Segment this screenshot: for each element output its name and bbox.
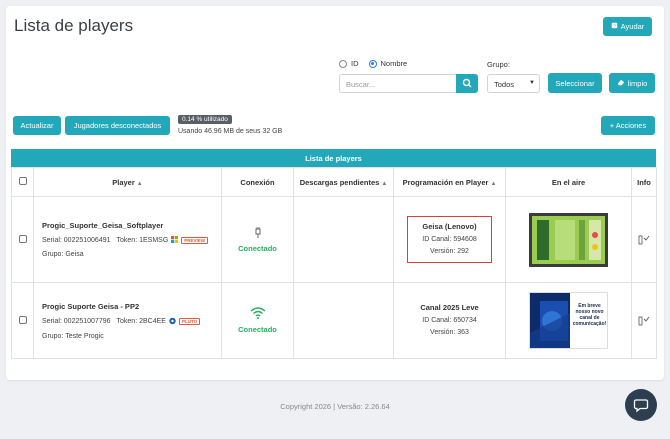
help-icon: ? <box>611 22 618 31</box>
footer-text: Copyright 2026 | Versão: 2.26.64 <box>280 402 390 411</box>
connection-status: Conectado <box>238 244 277 253</box>
ethernet-icon <box>254 226 262 240</box>
player-grupo: Grupo: Geisa <box>42 251 84 258</box>
en-el-aire-thumbnail[interactable] <box>529 212 608 267</box>
column-header-player[interactable]: Player ▲︎ <box>33 167 222 197</box>
radio-id-label: ID <box>351 59 359 68</box>
conexion-cell: Conectado <box>221 282 294 359</box>
table-header-row: Player ▲︎ Conexión Descargas pendientes ▲︎… <box>11 167 657 197</box>
wifi-icon <box>250 307 266 321</box>
player-name[interactable]: Progic_Suporte_Geisa_Softplayer <box>42 221 221 230</box>
actualizar-button[interactable]: Actualizar <box>13 116 61 135</box>
limpio-button[interactable]: limpio <box>609 73 655 93</box>
table-title: Lista de players <box>11 149 656 167</box>
programacion-canal: ID Canal: 650734 <box>422 317 477 324</box>
player-name[interactable]: Progic Suporte Geisa - PP2 <box>42 302 221 311</box>
info-cell <box>631 282 657 359</box>
column-header-descargas[interactable]: Descargas pendientes ▲︎ <box>293 167 394 197</box>
programacion-cell: Canal 2025 Leve ID Canal: 650734 Versión… <box>393 282 506 359</box>
column-header-info: Info <box>631 167 657 197</box>
en-el-aire-cell: Em breve nosso novo canal de comunicação… <box>505 282 632 359</box>
usage-text: Usando 46.96 MB de seus 32 GB <box>178 128 283 135</box>
info-cell <box>631 196 657 283</box>
header-checkbox-cell <box>11 167 34 197</box>
search-mode-radios: ID Nombre <box>339 59 407 68</box>
grupo-select[interactable]: Todos ▼ <box>487 74 540 93</box>
svg-text:?: ? <box>613 24 616 29</box>
programacion-version: Versión: 292 <box>430 248 469 255</box>
search-icon <box>462 78 472 88</box>
row-checkbox[interactable] <box>18 315 27 324</box>
grupo-select-value: Todos <box>494 80 515 89</box>
table-row: Progic_Suporte_Geisa_Softplayer Serial: … <box>11 196 657 283</box>
en-el-aire-cell <box>505 196 632 283</box>
grupo-label: Grupo: <box>487 60 510 69</box>
radio-nombre[interactable] <box>368 59 377 68</box>
player-cell: Progic Suporte Geisa - PP2 Serial: 00225… <box>33 282 222 359</box>
limpio-label: limpio <box>627 78 648 88</box>
programacion-highlight: Geisa (Lenovo) ID Canal: 594608 Versión:… <box>407 216 492 263</box>
seleccionar-button[interactable]: Seleccionar <box>548 73 602 93</box>
descargas-cell <box>293 282 394 359</box>
player-tag: PLUTO <box>178 318 201 325</box>
radio-nombre-label: Nombre <box>380 59 408 68</box>
acciones-button[interactable]: + Acciones <box>601 116 655 135</box>
player-tag: PREVIEW <box>181 237 209 244</box>
table-row: Progic Suporte Geisa - PP2 Serial: 00225… <box>11 282 657 359</box>
chat-button[interactable] <box>625 389 657 421</box>
descargas-cell <box>293 196 394 283</box>
conexion-cell: Conectado <box>221 196 294 283</box>
info-icon[interactable] <box>638 316 650 328</box>
column-header-programacion[interactable]: Programación en Player ▲︎ <box>393 167 506 197</box>
player-token: Token: 2BC4EE <box>116 318 166 325</box>
disconnected-players-button[interactable]: Jugadores desconectados <box>65 116 170 135</box>
usage-badge: 0.14 % utilizado <box>178 115 232 124</box>
player-grupo: Grupo: Teste Progic <box>42 332 104 340</box>
search-button[interactable] <box>456 74 478 93</box>
chevron-down-icon: ▼ <box>529 80 535 86</box>
programacion-version: Versión: 363 <box>430 329 469 336</box>
eraser-icon <box>617 79 625 88</box>
en-el-aire-thumbnail[interactable]: Em breve nosso novo canal de comunicação… <box>529 292 608 349</box>
sort-icon: ▲︎ <box>490 180 497 187</box>
column-header-conexion: Conexión <box>221 167 294 197</box>
connection-status: Conectado <box>238 325 277 334</box>
help-label: Ayudar <box>620 22 645 31</box>
sort-icon: ▲︎ <box>136 180 143 187</box>
player-serial: Serial: 002251007796 <box>42 318 111 325</box>
players-table: Player ▲︎ Conexión Descargas pendientes ▲︎… <box>11 167 657 359</box>
select-all-checkbox[interactable] <box>18 177 27 185</box>
programacion-title: Geisa (Lenovo) <box>422 222 477 231</box>
sort-icon: ▲︎ <box>381 180 388 187</box>
row-checkbox-cell <box>11 282 34 359</box>
search-input[interactable]: Buscar... <box>339 74 456 93</box>
radio-id[interactable] <box>339 59 347 68</box>
programacion-canal: ID Canal: 594608 <box>422 236 477 243</box>
player-token: Token: 1ESMSG <box>116 237 169 244</box>
row-checkbox[interactable] <box>18 234 27 243</box>
windows-icon <box>171 236 179 245</box>
row-checkbox-cell <box>11 196 34 283</box>
help-button[interactable]: ? Ayudar <box>603 17 652 36</box>
player-serial: Serial: 002251006491 <box>42 237 111 244</box>
info-icon[interactable] <box>638 235 650 247</box>
column-header-en-el-aire: En el aire <box>505 167 632 197</box>
programacion-cell: Geisa (Lenovo) ID Canal: 594608 Versión:… <box>393 196 506 283</box>
programacion-title: Canal 2025 Leve <box>420 303 479 312</box>
device-icon <box>169 317 176 327</box>
thumbnail-text: Em breve nosso novo canal de comunicação… <box>572 303 607 327</box>
chat-icon <box>633 399 649 413</box>
page-title: Lista de players <box>14 16 134 35</box>
player-cell: Progic_Suporte_Geisa_Softplayer Serial: … <box>33 196 222 283</box>
